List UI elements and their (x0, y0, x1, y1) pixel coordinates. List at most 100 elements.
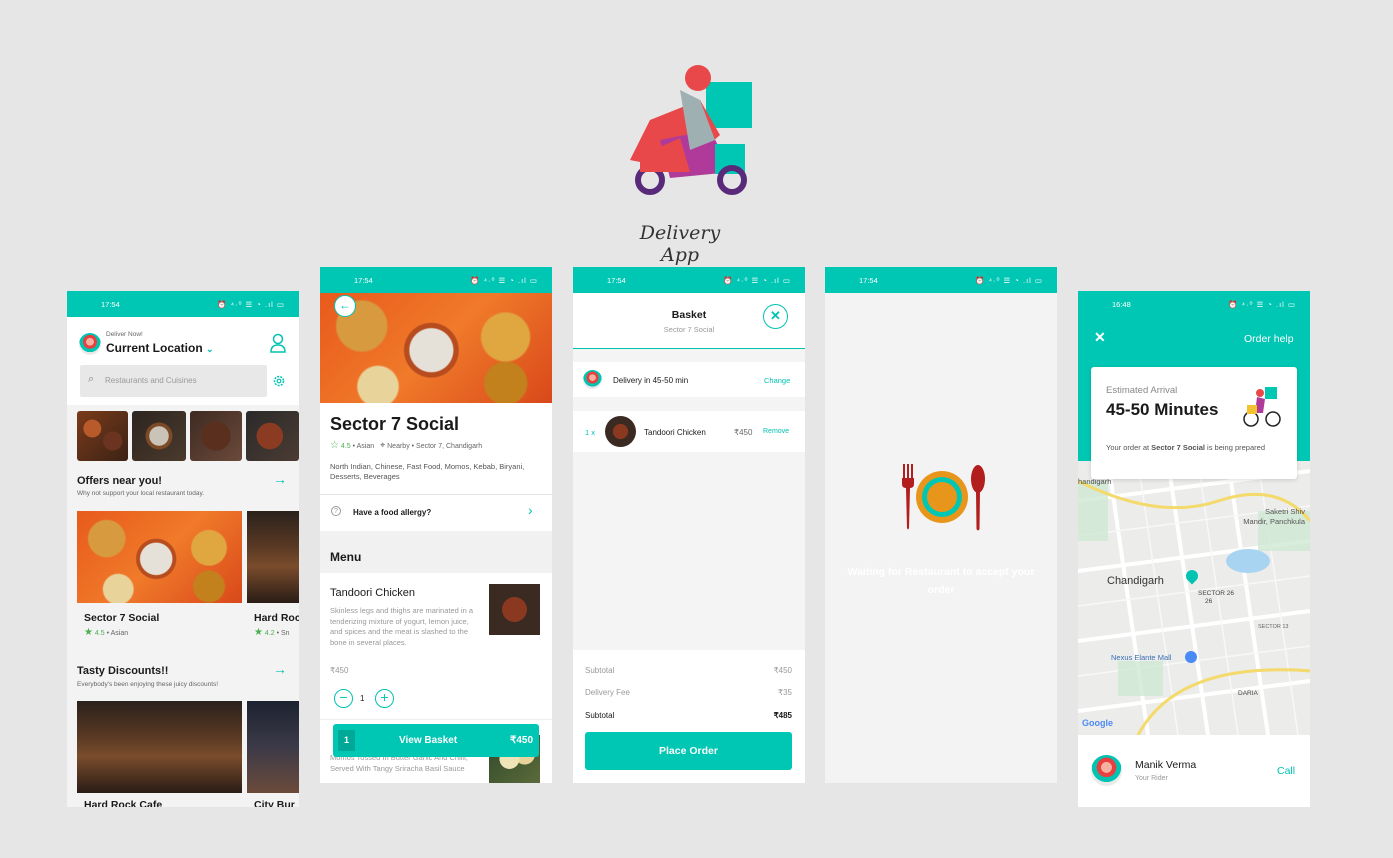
restaurant-card-image[interactable] (247, 511, 299, 603)
menu-title: Menu (330, 550, 362, 564)
back-button[interactable]: ← (334, 295, 356, 317)
remove-link[interactable]: Remove (763, 428, 789, 435)
basket-count: 1 (338, 730, 355, 751)
offers-title: Offers near you! (77, 475, 162, 487)
tracking-screen: 16:48 ⏰ ⁴·⁰ ☰ ◔ .ıl ▭ ✕ Order help handi… (1078, 291, 1310, 807)
restaurant-name[interactable]: Hard Rock Cafe (84, 799, 162, 807)
map-roads (1078, 461, 1310, 735)
status-time: 16:48 (1112, 299, 1131, 309)
order-help-link[interactable]: Order help (1244, 333, 1294, 345)
cuisine-thumb[interactable] (77, 411, 128, 461)
profile-icon[interactable] (269, 333, 287, 353)
allergy-row[interactable]: ? Have a food allergy? › (320, 495, 552, 531)
map-label: SECTOR 13 (1258, 624, 1289, 630)
plate-cutlery-icon (902, 464, 985, 531)
basket-screen: 17:54 ⏰ ⁴·⁰ ☰ ◔ .ıl ▭ Basket Sector 7 So… (573, 267, 805, 783)
discounts-subtitle: Everybody's been enjoying these juicy di… (77, 681, 219, 688)
help-icon: ? (331, 506, 341, 516)
star-icon: ★ (84, 627, 93, 638)
restaurant-screen: 17:54 ⏰ ⁴·⁰ ☰ ◔ .ıl ▭ ← Sector 7 Social … (320, 267, 552, 783)
restaurant-card-image[interactable] (77, 701, 242, 793)
restaurant-meta: ☆ 4.5 • Asian ⌖ Nearby • Sector 7, Chand… (330, 440, 483, 451)
status-bar: 17:54 ⏰ ⁴·⁰ ☰ ◔ .ıl ▭ (320, 267, 552, 293)
map-view[interactable] (1078, 461, 1310, 735)
rider-avatar (1091, 755, 1122, 786)
status-icons: ⏰ ⁴·⁰ ☰ ◔ .ıl ▭ (470, 275, 538, 285)
map-city-label: Chandigarh (1107, 575, 1164, 587)
place-order-label: Place Order (659, 745, 718, 757)
close-button[interactable]: ✕ (763, 304, 788, 329)
call-button[interactable]: Call (1277, 765, 1295, 777)
status-time: 17:54 (607, 275, 626, 285)
status-bar: 16:48 ⏰ ⁴·⁰ ☰ ◔ .ıl ▭ (1078, 291, 1310, 317)
settings-icon[interactable] (272, 374, 286, 388)
status-bar: 17:54 ⏰ ⁴·⁰ ☰ ◔ .ıl ▭ (573, 267, 805, 293)
restaurant-card-image[interactable] (247, 701, 299, 793)
arrow-right-icon[interactable]: → (273, 471, 287, 487)
rider-role: Your Rider (1135, 775, 1168, 782)
menu-item-name[interactable]: Tandoori Chicken (330, 587, 415, 599)
cuisine-thumb[interactable] (132, 411, 186, 461)
waiting-message: Waiting for Restaurant to accept your or… (847, 566, 1035, 596)
brand-title: Delivery App (639, 222, 721, 266)
search-icon: ⌕ (88, 373, 95, 385)
status-time: 17:54 (354, 275, 373, 285)
increment-button[interactable]: + (375, 689, 394, 708)
waiting-screen: 17:54 ⏰ ⁴·⁰ ☰ ◔ .ıl ▭ Waiting for Restau… (825, 267, 1057, 783)
order-status-text: Your order at Sector 7 Social is being p… (1106, 443, 1265, 452)
restaurant-name[interactable]: City Bur (254, 799, 295, 807)
avatar[interactable] (79, 333, 101, 355)
restaurant-name[interactable]: Hard Rock (254, 612, 299, 624)
eta-card: Estimated Arrival 45-50 Minutes Your ord… (1091, 367, 1297, 479)
home-screen: 17:54 ⏰ ⁴·⁰ ☰ ◔ .ıl ▭ Deliver Now! Curre… (67, 291, 299, 807)
star-icon: ★ (254, 627, 263, 638)
restaurant-meta: ★ 4.2 • Sn (254, 627, 290, 638)
status-icons: ⏰ ⁴·⁰ ☰ ◔ .ıl ▭ (1228, 299, 1296, 309)
delivery-logo (620, 60, 760, 200)
fee-value: ₹35 (778, 688, 792, 697)
basket-total: ₹450 (509, 735, 533, 746)
search-input[interactable]: ⌕ Restaurants and Cuisines (80, 365, 267, 397)
item-image (605, 416, 636, 447)
avatar (583, 370, 602, 389)
restaurant-name[interactable]: Sector 7 Social (84, 612, 159, 624)
decrement-button[interactable]: − (334, 689, 353, 708)
arrow-right-icon[interactable]: → (273, 661, 287, 677)
google-logo: Google (1082, 718, 1113, 728)
status-icons: ⏰ ⁴·⁰ ☰ ◔ .ıl ▭ (217, 299, 285, 309)
cuisine-tags: North Indian, Chinese, Fast Food, Momos,… (330, 462, 525, 481)
restaurant-meta: ★ 4.5 • Asian (84, 627, 129, 638)
close-icon[interactable]: ✕ (1094, 329, 1106, 346)
item-price: ₹450 (734, 428, 753, 437)
chevron-down-icon: ⌄ (206, 344, 214, 354)
view-basket-button[interactable]: 1 View Basket ₹450 (333, 724, 539, 757)
location-selector[interactable]: Current Location ⌄ (106, 341, 214, 355)
map-label: Saketri Shiv Mandir, Panchkula (1243, 507, 1305, 526)
status-time: 17:54 (101, 299, 120, 309)
map-label: Nexus Elante Mall (1111, 653, 1172, 662)
menu-item-description: Skinless legs and thighs are marinated i… (330, 606, 473, 647)
change-link[interactable]: Change (764, 376, 790, 385)
menu-item-price: ₹450 (330, 666, 349, 675)
discounts-title: Tasty Discounts!! (77, 665, 169, 677)
restaurant-title: Sector 7 Social (330, 414, 460, 434)
restaurant-card-image[interactable] (77, 511, 242, 603)
rider-name: Manik Verma (1135, 759, 1197, 771)
cuisine-thumb[interactable] (190, 411, 242, 461)
total-value: ₹485 (773, 711, 792, 720)
status-bar: 17:54 ⏰ ⁴·⁰ ☰ ◔ .ıl ▭ (825, 267, 1057, 293)
item-name: Tandoori Chicken (644, 428, 706, 437)
fee-label: Delivery Fee (585, 688, 630, 697)
scooter-rider-icon (630, 65, 752, 195)
place-order-button[interactable]: Place Order (585, 732, 792, 770)
location-pin-icon: ⌖ (380, 440, 386, 450)
offers-subtitle: Why not support your local restaurant to… (77, 490, 205, 497)
menu-item-image (489, 584, 540, 635)
item-qty: 1 x (585, 428, 596, 437)
status-time: 17:54 (859, 275, 878, 285)
eta-label: Estimated Arrival (1106, 385, 1178, 396)
cuisine-thumb[interactable] (246, 411, 299, 461)
subtotal-value: ₹450 (773, 666, 792, 675)
total-label: Subtotal (585, 711, 615, 720)
subtotal-label: Subtotal (585, 666, 615, 675)
